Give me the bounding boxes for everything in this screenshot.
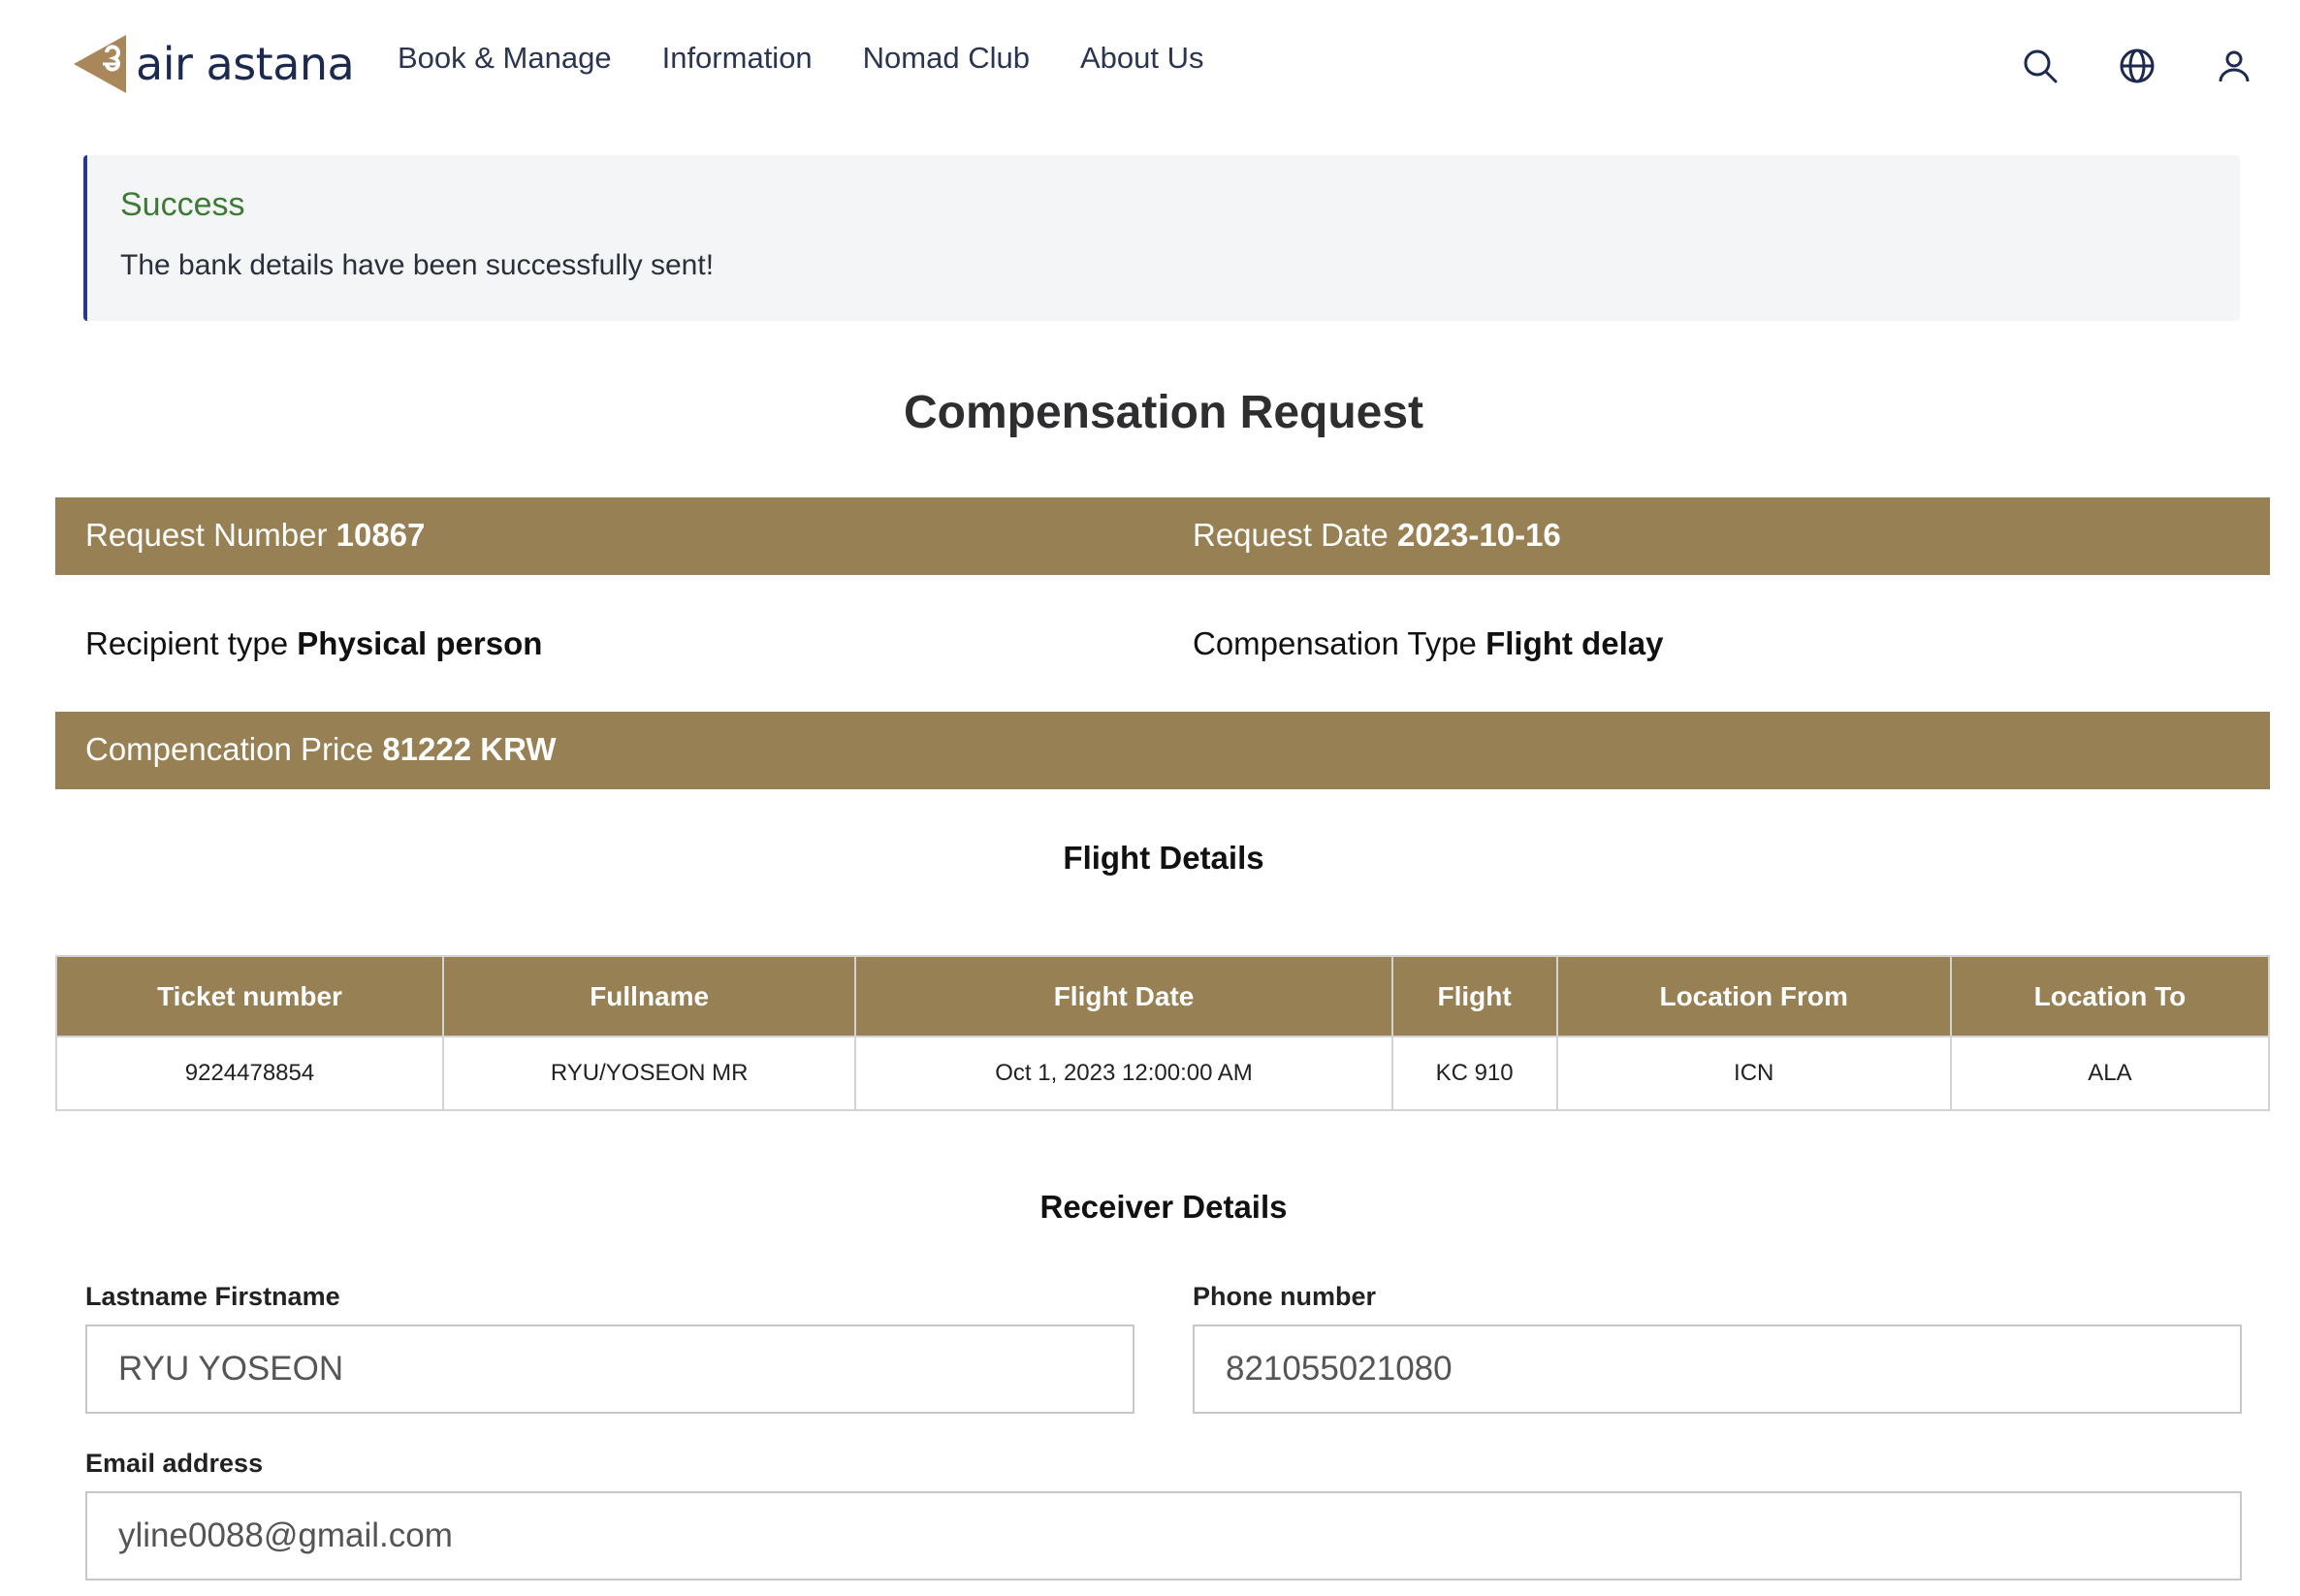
page-title: Compensation Request xyxy=(903,387,1424,438)
email-label: Email address xyxy=(85,1449,264,1478)
th-location-from: Location From xyxy=(1555,955,1952,1037)
request-number-value: 10867 xyxy=(335,517,426,553)
compensation-type-value: Flight delay xyxy=(1485,625,1664,661)
air-astana-logo[interactable]: air astana xyxy=(74,31,355,97)
th-fullname: Fullname xyxy=(441,955,857,1037)
recipient-type-label: Recipient type xyxy=(85,625,289,661)
phone-label: Phone number xyxy=(1193,1282,1377,1311)
cell-location-from: ICN xyxy=(1555,1036,1952,1111)
search-icon[interactable] xyxy=(2021,47,2060,85)
cell-flight-date: Oct 1, 2023 12:00:00 AM xyxy=(854,1036,1393,1111)
site-header: air astana Book & Manage Information Nom… xyxy=(0,0,2300,126)
success-alert: Success The bank details have been succe… xyxy=(83,155,2240,321)
cell-ticket-number: 9224478854 xyxy=(55,1036,444,1111)
request-number-label: Request Number xyxy=(85,517,328,553)
logo-text: air astana xyxy=(136,38,355,90)
recipient-type-value: Physical person xyxy=(297,625,543,661)
recipient-type: Recipient type Physical person xyxy=(85,625,542,662)
compensation-price-value: 81222 KRW xyxy=(382,731,557,767)
flight-details-title: Flight Details xyxy=(1063,840,1264,876)
phone-field[interactable] xyxy=(1193,1325,2242,1414)
th-flight-date: Flight Date xyxy=(854,955,1393,1037)
cell-fullname: RYU/YOSEON MR xyxy=(441,1036,857,1111)
name-field[interactable] xyxy=(85,1325,1134,1414)
compensation-price-label: Compencation Price xyxy=(85,731,374,767)
nav-about-us[interactable]: About Us xyxy=(1080,41,1204,76)
table-header-row: Ticket number Fullname Flight Date Fligh… xyxy=(55,955,2271,1037)
price-band: Compencation Price 81222 KRW xyxy=(55,712,2270,789)
th-flight: Flight xyxy=(1390,955,1558,1037)
user-icon[interactable] xyxy=(2215,47,2253,85)
alert-title: Success xyxy=(120,186,245,223)
nav-information[interactable]: Information xyxy=(662,41,813,76)
cell-location-to: ALA xyxy=(1949,1036,2271,1111)
compensation-type-label: Compensation Type xyxy=(1193,625,1477,661)
request-number: Request Number 10867 xyxy=(85,517,425,554)
nav-nomad-club[interactable]: Nomad Club xyxy=(863,41,1030,76)
nav-book-manage[interactable]: Book & Manage xyxy=(398,41,612,76)
email-field[interactable] xyxy=(85,1491,2242,1580)
globe-icon[interactable] xyxy=(2118,47,2156,85)
compensation-type: Compensation Type Flight delay xyxy=(1193,625,1663,662)
logo-mark-icon xyxy=(74,35,126,93)
compensation-price: Compencation Price 81222 KRW xyxy=(85,731,556,768)
receiver-details-title: Receiver Details xyxy=(1039,1189,1288,1225)
table-row: 9224478854 RYU/YOSEON MR Oct 1, 2023 12:… xyxy=(55,1036,2271,1111)
cell-flight: KC 910 xyxy=(1390,1036,1558,1111)
request-date-label: Request Date xyxy=(1193,517,1389,553)
main-nav: Book & Manage Information Nomad Club Abo… xyxy=(398,41,1255,76)
request-band: Request Number 10867 Request Date 2023-1… xyxy=(55,497,2270,575)
alert-message: The bank details have been successfully … xyxy=(120,249,715,281)
name-label: Lastname Firstname xyxy=(85,1282,340,1311)
flight-details-table: Ticket number Fullname Flight Date Fligh… xyxy=(55,955,2271,1111)
th-ticket-number: Ticket number xyxy=(55,955,444,1037)
th-location-to: Location To xyxy=(1949,955,2271,1037)
header-actions xyxy=(2021,47,2253,85)
request-date: Request Date 2023-10-16 xyxy=(1193,517,1561,554)
request-date-value: 2023-10-16 xyxy=(1396,517,1561,553)
